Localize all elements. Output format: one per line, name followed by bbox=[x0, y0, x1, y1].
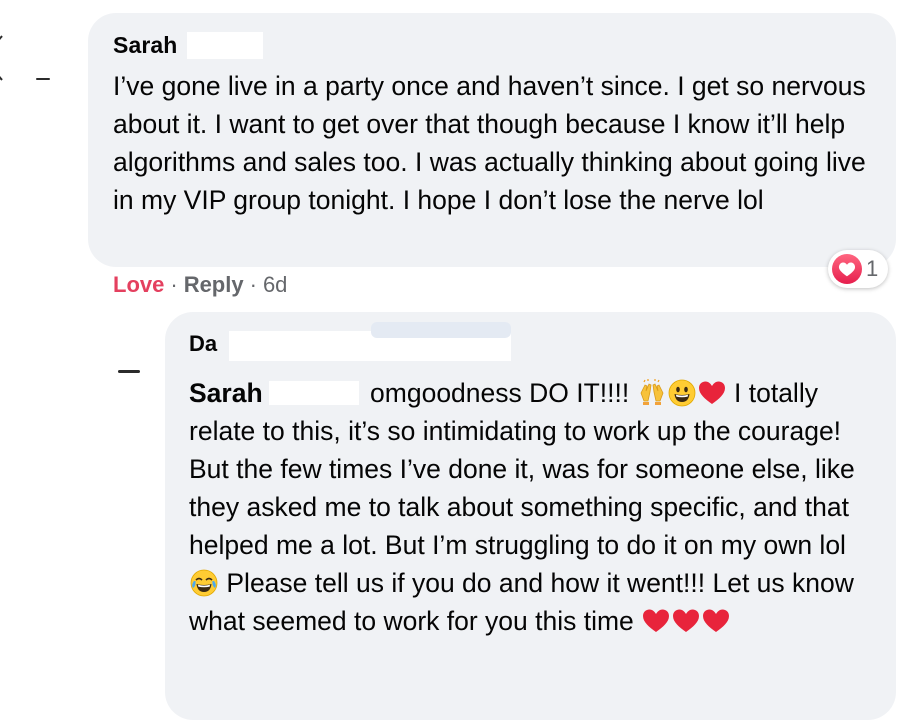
reply-author-row: Da bbox=[189, 322, 876, 361]
red-heart-emoji bbox=[672, 607, 700, 635]
avatar[interactable] bbox=[0, 26, 56, 90]
red-heart-emoji bbox=[698, 379, 726, 407]
mention-link[interactable]: Sarah bbox=[189, 378, 263, 408]
reply-text-part-1: omgoodness DO IT!!!! bbox=[370, 378, 630, 408]
comment-actions: Love · Reply · 6d bbox=[113, 270, 287, 300]
heart-reaction-icon bbox=[832, 254, 862, 284]
comment-author-row: Sarah bbox=[113, 30, 870, 60]
reply-text-part-3: Please tell us if you do and how it went… bbox=[189, 568, 854, 636]
love-action-link[interactable]: Love bbox=[113, 272, 164, 298]
comment-author-name[interactable]: Sarah bbox=[113, 32, 177, 59]
reply-button[interactable]: Reply bbox=[184, 272, 244, 298]
reply-bubble: Da Sarah omgoodness DO IT!!!! I totally … bbox=[165, 312, 896, 720]
redaction-overlay bbox=[371, 322, 511, 338]
reply-author-name[interactable]: Da bbox=[189, 331, 217, 357]
separator-dot: · bbox=[170, 272, 178, 297]
redacted-surname bbox=[187, 31, 264, 59]
separator-dot: · bbox=[249, 272, 257, 297]
comment-bubble: Sarah I’ve gone live in a party once and… bbox=[88, 13, 896, 267]
raising-hands-emoji bbox=[638, 379, 666, 407]
reply-text: Sarah omgoodness DO IT!!!! I totally rel… bbox=[189, 374, 879, 640]
reaction-summary[interactable]: 1 bbox=[828, 250, 889, 288]
red-heart-emoji bbox=[642, 607, 670, 635]
redacted-mention-surname bbox=[268, 381, 359, 405]
comment-timestamp[interactable]: 6d bbox=[263, 272, 287, 298]
reply-avatar-edge[interactable] bbox=[118, 370, 140, 373]
reaction-count: 1 bbox=[866, 256, 879, 281]
avatar-edge bbox=[36, 78, 50, 80]
comment-text: I’ve gone live in a party once and haven… bbox=[113, 71, 866, 215]
grinning-face-emoji bbox=[668, 379, 696, 407]
tears-of-joy-emoji bbox=[190, 569, 218, 597]
red-heart-emoji bbox=[702, 607, 730, 635]
comment-thread: Sarah I’ve gone live in a party once and… bbox=[0, 0, 898, 723]
